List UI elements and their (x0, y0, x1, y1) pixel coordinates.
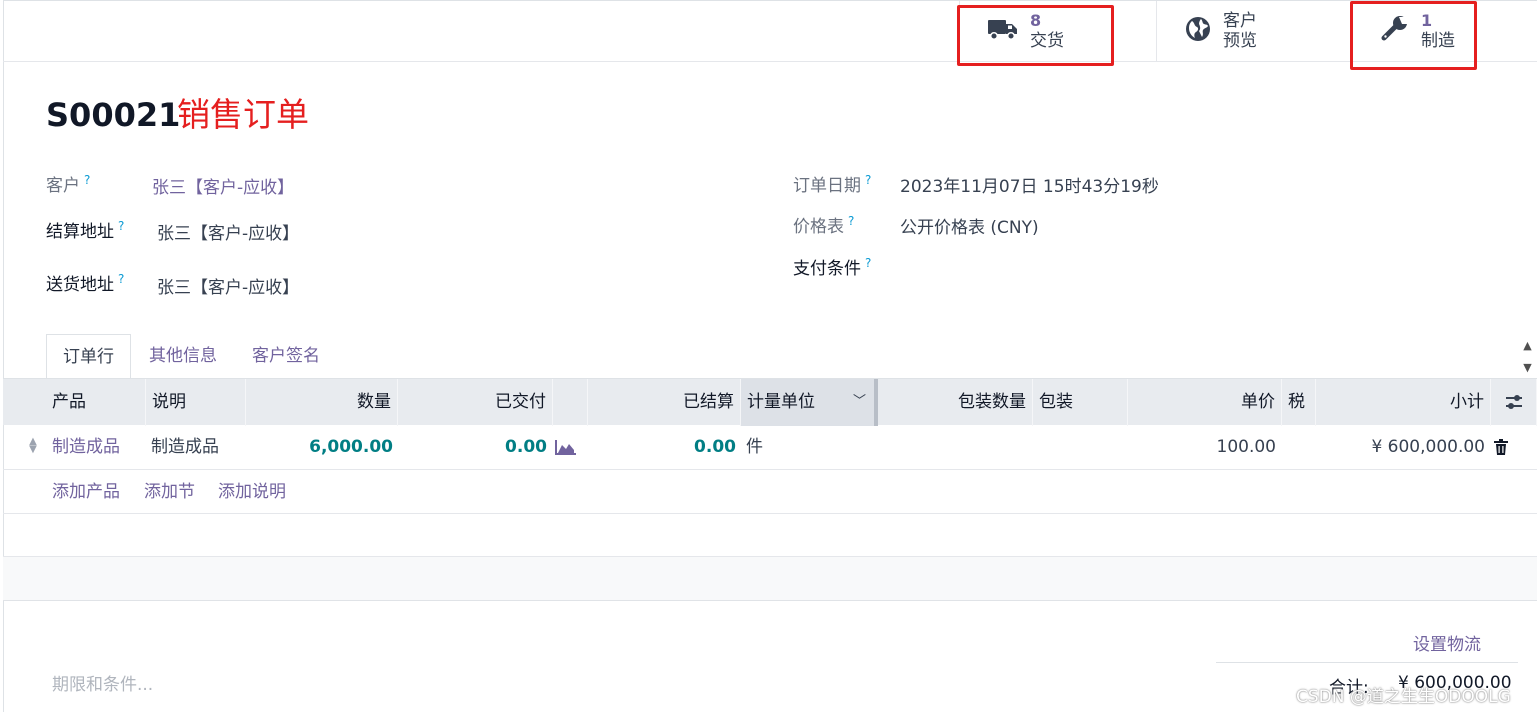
customer-value[interactable]: 张三【客户-应收】 (152, 173, 294, 198)
order-date-label: 订单日期? (793, 173, 872, 196)
order-date-value[interactable]: 2023年11月07日 15时43分19秒 (900, 172, 1159, 197)
column-description[interactable]: 说明 (146, 379, 246, 426)
add-line-row: 添加产品 添加节 添加说明 (3, 470, 1537, 514)
customer-preview-label-2: 预览 (1223, 31, 1257, 51)
delivery-count: 8 (1030, 11, 1042, 30)
column-delivered[interactable]: 已交付 (398, 379, 553, 426)
table-row[interactable]: ▲ ▼ 制造成品 制造成品 6,000.00 0.00 0.00 件 100.00… (3, 425, 1537, 470)
order-date-help-icon[interactable]: ? (865, 173, 871, 187)
payment-terms-help-icon[interactable]: ? (865, 256, 871, 270)
delivery-label: 交货 (1030, 31, 1064, 51)
column-uom-label: 计量单位 (747, 392, 815, 412)
drag-handle-icon[interactable]: ▲ ▼ (27, 437, 39, 456)
set-logistics-link[interactable]: 设置物流 (1413, 630, 1481, 655)
delivery-smart-button[interactable]: 8 交货 (959, 1, 1159, 61)
globe-icon (1185, 16, 1211, 46)
customer-help-icon[interactable]: ? (84, 173, 90, 187)
manufacturing-smart-button[interactable]: 1 制造 (1352, 1, 1537, 61)
invoice-address-value[interactable]: 张三【客户-应收】 (157, 219, 299, 244)
sliders-icon (1504, 392, 1524, 412)
column-packaging-qty[interactable]: 包装数量 (878, 379, 1033, 426)
truck-icon (988, 17, 1018, 45)
terms-conditions-input[interactable]: 期限和条件... (52, 670, 153, 695)
order-title: S00021 (46, 96, 181, 134)
payment-terms-label: 支付条件? (793, 256, 872, 279)
row-invoiced[interactable]: 0.00 (588, 425, 736, 469)
pricelist-label: 价格表? (793, 214, 855, 237)
title-annotation: 销售订单 (177, 95, 309, 134)
optional-columns-toggle[interactable] (1491, 379, 1537, 426)
smart-button-bar: 8 交货 客户 预览 1 制造 (3, 1, 1537, 62)
scrollbar[interactable]: ▲ ▼ (1518, 334, 1537, 378)
customer-label: 客户? (46, 173, 91, 196)
row-description[interactable]: 制造成品 (151, 425, 219, 469)
pricelist-value[interactable]: 公开价格表 (CNY) (900, 213, 1039, 238)
tab-other-info[interactable]: 其他信息 (133, 334, 233, 378)
scroll-up-icon[interactable]: ▲ (1523, 339, 1531, 352)
column-forecast (553, 379, 588, 426)
column-uom[interactable]: 计量单位 ﹀ (741, 379, 878, 426)
row-quantity[interactable]: 6,000.00 (246, 425, 393, 469)
scroll-down-icon[interactable]: ▼ (1523, 361, 1531, 374)
pricelist-help-icon[interactable]: ? (848, 214, 854, 228)
chevron-down-icon[interactable]: ﹀ (853, 379, 866, 425)
add-note-link[interactable]: 添加说明 (218, 470, 286, 514)
column-unit-price[interactable]: 单价 (1128, 379, 1282, 426)
total-divider (1216, 662, 1518, 663)
column-product[interactable]: 产品 (46, 379, 146, 426)
delivery-address-value[interactable]: 张三【客户-应收】 (157, 273, 299, 298)
trash-icon[interactable] (1494, 425, 1508, 469)
row-unit-price[interactable]: 100.00 (1128, 425, 1276, 469)
delivery-address-label: 送货地址? (46, 272, 125, 295)
manufacturing-count: 1 (1421, 11, 1433, 30)
notebook-tabs: 订单行 其他信息 客户签名 (3, 334, 1518, 379)
delivery-address-help-icon[interactable]: ? (118, 272, 124, 286)
invoice-address-help-icon[interactable]: ? (118, 219, 124, 233)
customer-preview-label-1: 客户 (1223, 11, 1257, 31)
column-taxes[interactable]: 税 (1282, 379, 1316, 426)
add-product-link[interactable]: 添加产品 (52, 470, 120, 514)
watermark: CSDN @道之生生ODOOLG (1296, 687, 1511, 707)
invoice-address-label: 结算地址? (46, 219, 125, 242)
table-footer-row (3, 557, 1537, 601)
manufacturing-label: 制造 (1421, 31, 1455, 51)
add-section-link[interactable]: 添加节 (144, 470, 195, 514)
row-subtotal: ¥ 600,000.00 (1371, 437, 1485, 457)
customer-preview-smart-button[interactable]: 客户 预览 (1156, 1, 1352, 61)
column-subtotal[interactable]: 小计 (1316, 379, 1491, 426)
forecast-chart-icon[interactable] (555, 425, 577, 469)
row-delivered[interactable]: 0.00 (398, 425, 547, 469)
column-quantity[interactable]: 数量 (246, 379, 398, 426)
tab-customer-signature[interactable]: 客户签名 (236, 334, 336, 378)
row-product[interactable]: 制造成品 (52, 425, 120, 469)
order-lines-header: 产品 说明 数量 已交付 已结算 计量单位 ﹀ 包装数量 包装 单价 税 小计 (3, 378, 1537, 426)
empty-row (3, 514, 1537, 557)
wrench-icon (1381, 15, 1409, 47)
tab-order-lines[interactable]: 订单行 (46, 334, 131, 379)
row-uom[interactable]: 件 (746, 425, 763, 469)
column-invoiced[interactable]: 已结算 (588, 379, 741, 426)
column-packaging[interactable]: 包装 (1033, 379, 1128, 426)
